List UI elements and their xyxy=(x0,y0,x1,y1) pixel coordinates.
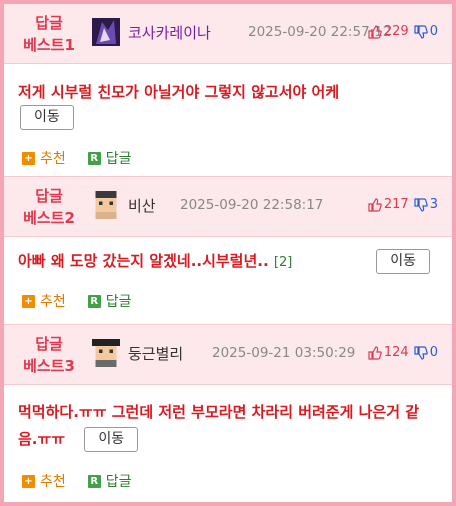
reply-text: 아빠 왜 도망 갔는지 알겠네..시부럴년.. [2] 이동 xyxy=(18,249,438,275)
reply-text: 먹먹하다.ㅠㅠ 그런데 저런 부모라면 차라리 버려준게 나은거 같음.ㅠㅠ 이… xyxy=(18,399,438,453)
downvote-count: 0 xyxy=(429,345,438,360)
reply-body: 아빠 왜 도망 갔는지 알겠네..시부럴년.. [2] 이동 xyxy=(4,237,452,275)
upvote-button[interactable]: 124 xyxy=(368,345,409,360)
thumbs-down-icon xyxy=(414,197,428,212)
recommend-button[interactable]: + 추천 xyxy=(22,291,66,311)
plus-icon: + xyxy=(22,474,35,488)
reply-count[interactable]: [2] xyxy=(274,255,292,270)
upvote-button[interactable]: 217 xyxy=(368,197,409,212)
reply-actions: + 추천 R 답글 xyxy=(22,471,154,491)
best-rank-line2: 베스트3 xyxy=(23,357,75,375)
downvote-button[interactable]: 0 xyxy=(414,24,438,39)
thumbs-up-icon xyxy=(368,345,382,360)
recommend-label: 추천 xyxy=(40,294,66,310)
best-rank-line1: 답글 xyxy=(35,187,63,205)
plus-icon: + xyxy=(22,151,35,165)
reply-text-content: 저게 시부럴 친모가 아닐거야 그렇지 않고서야 어케 xyxy=(18,83,340,101)
reply-label: 답글 xyxy=(105,474,132,490)
vote-counts: 217 3 xyxy=(368,197,438,212)
recommend-label: 추천 xyxy=(40,474,66,490)
vote-counts: 124 0 xyxy=(368,345,438,360)
best-rank-label: 답글 베스트3 xyxy=(16,333,82,377)
downvote-button[interactable]: 3 xyxy=(414,197,438,212)
reply-label: 답글 xyxy=(105,294,132,310)
reply-actions: + 추천 R 답글 xyxy=(22,291,154,311)
best-reply-2: 답글 베스트2 비산 2025-09-20 22:58:17 217 3 아빠 … xyxy=(4,177,452,324)
reply-r-icon: R xyxy=(87,151,101,165)
vote-counts: 229 0 xyxy=(368,24,438,39)
reply-r-icon: R xyxy=(87,474,101,488)
recommend-button[interactable]: + 추천 xyxy=(22,471,66,491)
reply-actions: + 추천 R 답글 xyxy=(22,148,154,168)
reply-button[interactable]: R 답글 xyxy=(87,148,132,168)
best-rank-line2: 베스트2 xyxy=(23,209,75,227)
timestamp: 2025-09-20 22:58:17 xyxy=(180,197,324,213)
reply-body: 저게 시부럴 친모가 아닐거야 그렇지 않고서야 어케 이동 xyxy=(4,64,452,130)
reply-header: 답글 베스트3 둥근별리 2025-09-21 03:50:29 124 0 xyxy=(4,325,452,385)
best-replies-panel: 답글 베스트1 코사카레이나 2025-09-20 22:57:12 229 0 xyxy=(0,0,456,506)
recommend-label: 추천 xyxy=(40,151,66,167)
upvote-button[interactable]: 229 xyxy=(368,24,409,39)
nickname[interactable]: 비산 xyxy=(128,195,156,216)
upvote-count: 229 xyxy=(383,24,409,39)
nickname[interactable]: 코사카레이나 xyxy=(128,22,211,43)
reply-header: 답글 베스트2 비산 2025-09-20 22:58:17 217 3 xyxy=(4,177,452,237)
best-rank-line2: 베스트1 xyxy=(23,36,75,54)
nickname[interactable]: 둥근별리 xyxy=(128,343,183,364)
plus-icon: + xyxy=(22,294,35,308)
move-button[interactable]: 이동 xyxy=(84,427,139,452)
best-rank-label: 답글 베스트2 xyxy=(16,185,82,229)
upvote-count: 217 xyxy=(383,197,409,212)
reply-body: 먹먹하다.ㅠㅠ 그런데 저런 부모라면 차라리 버려준게 나은거 같음.ㅠㅠ 이… xyxy=(4,385,452,453)
best-rank-line1: 답글 xyxy=(35,335,63,353)
move-button[interactable]: 이동 xyxy=(376,249,430,274)
downvote-button[interactable]: 0 xyxy=(414,345,438,360)
thumbs-up-icon xyxy=(368,197,382,212)
avatar[interactable] xyxy=(92,191,120,219)
avatar[interactable] xyxy=(92,339,120,367)
best-reply-1: 답글 베스트1 코사카레이나 2025-09-20 22:57:12 229 0 xyxy=(4,4,452,176)
reply-header: 답글 베스트1 코사카레이나 2025-09-20 22:57:12 229 0 xyxy=(4,4,452,64)
timestamp: 2025-09-21 03:50:29 xyxy=(212,345,356,361)
thumbs-up-icon xyxy=(368,24,382,39)
reply-text-content: 아빠 왜 도망 갔는지 알겠네..시부럴년.. xyxy=(18,252,269,270)
downvote-count: 3 xyxy=(429,197,438,212)
downvote-count: 0 xyxy=(429,24,438,39)
best-rank-label: 답글 베스트1 xyxy=(16,12,82,56)
reply-text-content: 먹먹하다.ㅠㅠ 그런데 저런 부모라면 차라리 버려준게 나은거 같음.ㅠㅠ xyxy=(18,403,420,448)
thumbs-down-icon xyxy=(414,345,428,360)
best-rank-line1: 답글 xyxy=(35,14,63,32)
recommend-button[interactable]: + 추천 xyxy=(22,148,66,168)
move-button[interactable]: 이동 xyxy=(20,105,74,130)
best-reply-3: 답글 베스트3 둥근별리 2025-09-21 03:50:29 124 0 먹… xyxy=(4,325,452,502)
reply-label: 답글 xyxy=(105,151,132,167)
reply-r-icon: R xyxy=(87,294,101,308)
upvote-count: 124 xyxy=(383,345,409,360)
reply-button[interactable]: R 답글 xyxy=(87,291,132,311)
thumbs-down-icon xyxy=(414,24,428,39)
avatar[interactable] xyxy=(92,18,120,46)
reply-button[interactable]: R 답글 xyxy=(87,471,132,491)
reply-text: 저게 시부럴 친모가 아닐거야 그렇지 않고서야 어케 이동 xyxy=(18,80,438,130)
